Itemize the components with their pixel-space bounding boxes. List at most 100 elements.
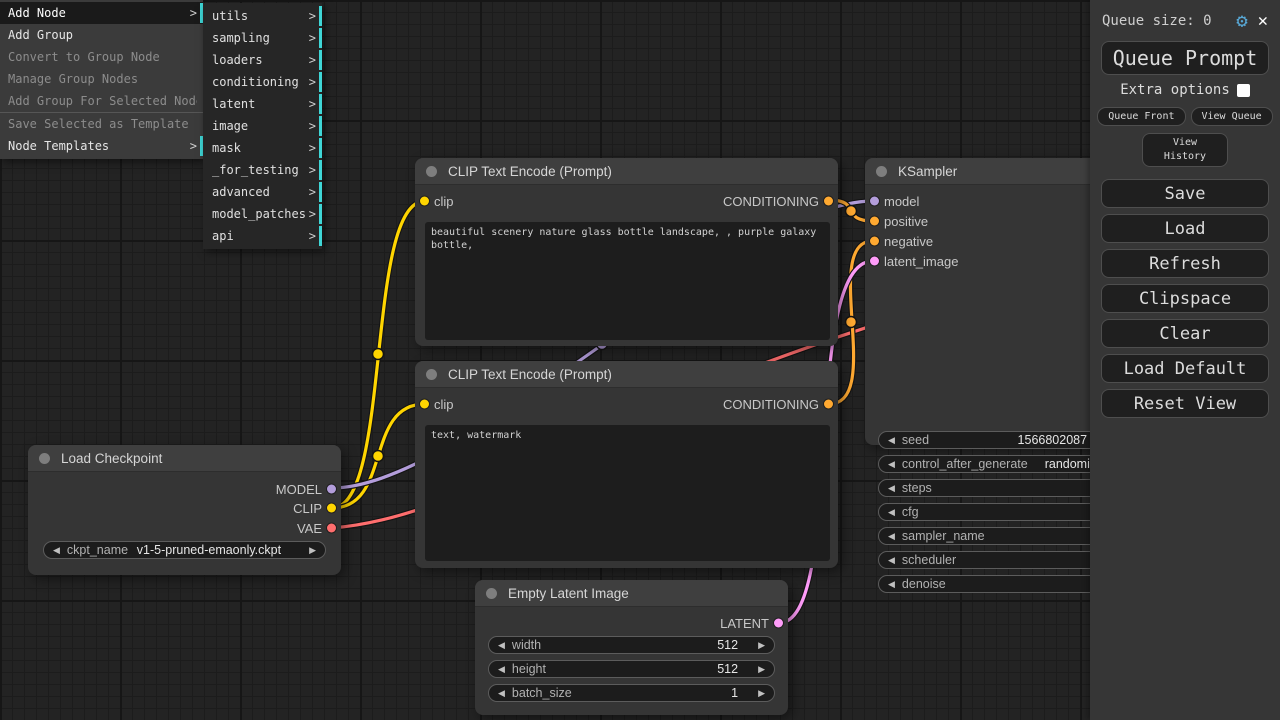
submenu-item-conditioning[interactable]: conditioning > <box>203 71 322 93</box>
submenu-item-image[interactable]: image > <box>203 115 322 137</box>
view-history-button[interactable]: View History <box>1142 133 1228 167</box>
port-label: clip <box>434 194 454 209</box>
port-dot-vae[interactable] <box>327 524 336 533</box>
input-port-positive[interactable]: positive <box>865 214 928 228</box>
decrement-icon[interactable]: ◀ <box>888 460 895 469</box>
link-midpoint-dot <box>846 317 857 328</box>
close-icon[interactable]: ✕ <box>1258 11 1268 31</box>
increment-icon[interactable]: ▶ <box>758 665 765 674</box>
clear-button[interactable]: Clear <box>1101 319 1269 348</box>
output-port-latent[interactable]: LATENT <box>720 616 788 630</box>
port-dot-latent[interactable] <box>774 619 783 628</box>
input-port-model[interactable]: model <box>865 194 919 208</box>
input-port-clip[interactable]: clip <box>415 194 454 208</box>
port-dot-clip[interactable] <box>327 504 336 513</box>
decrement-icon[interactable]: ◀ <box>888 436 895 445</box>
port-dot-model[interactable] <box>870 197 879 206</box>
load-default-button[interactable]: Load Default <box>1101 354 1269 383</box>
menu-item-node-templates[interactable]: Node Templates > <box>0 135 203 157</box>
node-load-checkpoint[interactable]: Load Checkpoint MODEL CLIP VAE ◀ ckpt_na… <box>28 445 341 575</box>
widget-ckpt-name[interactable]: ◀ ckpt_name v1-5-pruned-emaonly.ckpt ▶ <box>43 541 326 559</box>
decrement-icon[interactable]: ◀ <box>888 556 895 565</box>
node-title-bar[interactable]: Empty Latent Image <box>475 580 788 607</box>
node-title-bar[interactable]: CLIP Text Encode (Prompt) <box>415 361 838 388</box>
node-empty-latent-image[interactable]: Empty Latent Image LATENT ◀ width 512 ▶ … <box>475 580 788 715</box>
increment-icon[interactable]: ▶ <box>758 689 765 698</box>
port-dot-conditioning[interactable] <box>824 400 833 409</box>
collapse-dot-icon[interactable] <box>426 166 437 177</box>
widget-label: sampler_name <box>902 529 985 543</box>
output-port-model[interactable]: MODEL <box>276 482 341 496</box>
output-port-conditioning[interactable]: CONDITIONING <box>723 194 838 208</box>
save-button[interactable]: Save <box>1101 179 1269 208</box>
submenu-item-for-testing[interactable]: _for_testing > <box>203 159 322 181</box>
collapse-dot-icon[interactable] <box>426 369 437 380</box>
clipspace-button[interactable]: Clipspace <box>1101 284 1269 313</box>
settings-gear-icon[interactable]: ⚙ <box>1236 10 1247 32</box>
port-dot-positive[interactable] <box>870 217 879 226</box>
input-port-clip[interactable]: clip <box>415 397 454 411</box>
widget-label: denoise <box>902 577 946 591</box>
submenu-indicator <box>319 138 323 158</box>
widget-width[interactable]: ◀ width 512 ▶ <box>488 636 775 654</box>
refresh-button[interactable]: Refresh <box>1101 249 1269 278</box>
queue-front-button[interactable]: Queue Front <box>1097 107 1185 126</box>
output-port-clip[interactable]: CLIP <box>293 501 341 515</box>
node-clip-text-encode-2[interactable]: CLIP Text Encode (Prompt) clip CONDITION… <box>415 361 838 568</box>
menu-item-add-group[interactable]: Add Group <box>0 24 203 46</box>
prompt-textarea[interactable]: text, watermark <box>425 425 830 561</box>
decrement-icon[interactable]: ◀ <box>888 580 895 589</box>
port-label: positive <box>884 214 928 229</box>
load-button[interactable]: Load <box>1101 214 1269 243</box>
submenu-item-model-patches[interactable]: model_patches > <box>203 203 322 225</box>
queue-prompt-button[interactable]: Queue Prompt <box>1101 41 1269 75</box>
prev-option-icon[interactable]: ◀ <box>53 546 60 555</box>
next-option-icon[interactable]: ▶ <box>309 546 316 555</box>
submenu-item-sampling[interactable]: sampling > <box>203 27 322 49</box>
submenu-item-utils[interactable]: utils > <box>203 5 322 27</box>
link-midpoint-dot <box>373 349 384 360</box>
extra-options-checkbox[interactable] <box>1237 84 1250 97</box>
port-dot-conditioning[interactable] <box>824 197 833 206</box>
prompt-textarea[interactable]: beautiful scenery nature glass bottle la… <box>425 222 830 340</box>
submenu-indicator <box>319 50 323 70</box>
graph-canvas[interactable]: CLIP Text Encode (Prompt) clip CONDITION… <box>0 0 1280 720</box>
widget-batch-size[interactable]: ◀ batch_size 1 ▶ <box>488 684 775 702</box>
input-port-negative[interactable]: negative <box>865 234 933 248</box>
port-dot-latent-image[interactable] <box>870 257 879 266</box>
menu-item-add-node[interactable]: Add Node > <box>0 2 203 24</box>
widget-label: height <box>512 662 546 676</box>
context-menu: Add Node > Add Group Convert to Group No… <box>0 0 203 159</box>
collapse-dot-icon[interactable] <box>486 588 497 599</box>
widget-height[interactable]: ◀ height 512 ▶ <box>488 660 775 678</box>
decrement-icon[interactable]: ◀ <box>888 484 895 493</box>
node-clip-text-encode-1[interactable]: CLIP Text Encode (Prompt) clip CONDITION… <box>415 158 838 346</box>
submenu-item-api[interactable]: api > <box>203 225 322 247</box>
node-title-bar[interactable]: CLIP Text Encode (Prompt) <box>415 158 838 185</box>
widget-label: control_after_generate <box>902 457 1028 471</box>
decrement-icon[interactable]: ◀ <box>498 665 505 674</box>
port-dot-clip[interactable] <box>420 400 429 409</box>
decrement-icon[interactable]: ◀ <box>498 641 505 650</box>
increment-icon[interactable]: ▶ <box>758 641 765 650</box>
input-port-latent-image[interactable]: latent_image <box>865 254 958 268</box>
submenu-item-advanced[interactable]: advanced > <box>203 181 322 203</box>
reset-view-button[interactable]: Reset View <box>1101 389 1269 418</box>
submenu-item-mask[interactable]: mask > <box>203 137 322 159</box>
collapse-dot-icon[interactable] <box>39 453 50 464</box>
view-queue-button[interactable]: View Queue <box>1191 107 1273 126</box>
widget-value: 1 <box>731 686 738 700</box>
decrement-icon[interactable]: ◀ <box>888 532 895 541</box>
node-title-bar[interactable]: Load Checkpoint <box>28 445 341 472</box>
output-port-conditioning[interactable]: CONDITIONING <box>723 397 838 411</box>
collapse-dot-icon[interactable] <box>876 166 887 177</box>
port-dot-negative[interactable] <box>870 237 879 246</box>
decrement-icon[interactable]: ◀ <box>498 689 505 698</box>
output-port-vae[interactable]: VAE <box>297 521 341 535</box>
decrement-icon[interactable]: ◀ <box>888 508 895 517</box>
port-dot-model[interactable] <box>327 485 336 494</box>
port-dot-clip[interactable] <box>420 197 429 206</box>
submenu-item-loaders[interactable]: loaders > <box>203 49 322 71</box>
node-title: Empty Latent Image <box>508 586 629 601</box>
submenu-item-latent[interactable]: latent > <box>203 93 322 115</box>
